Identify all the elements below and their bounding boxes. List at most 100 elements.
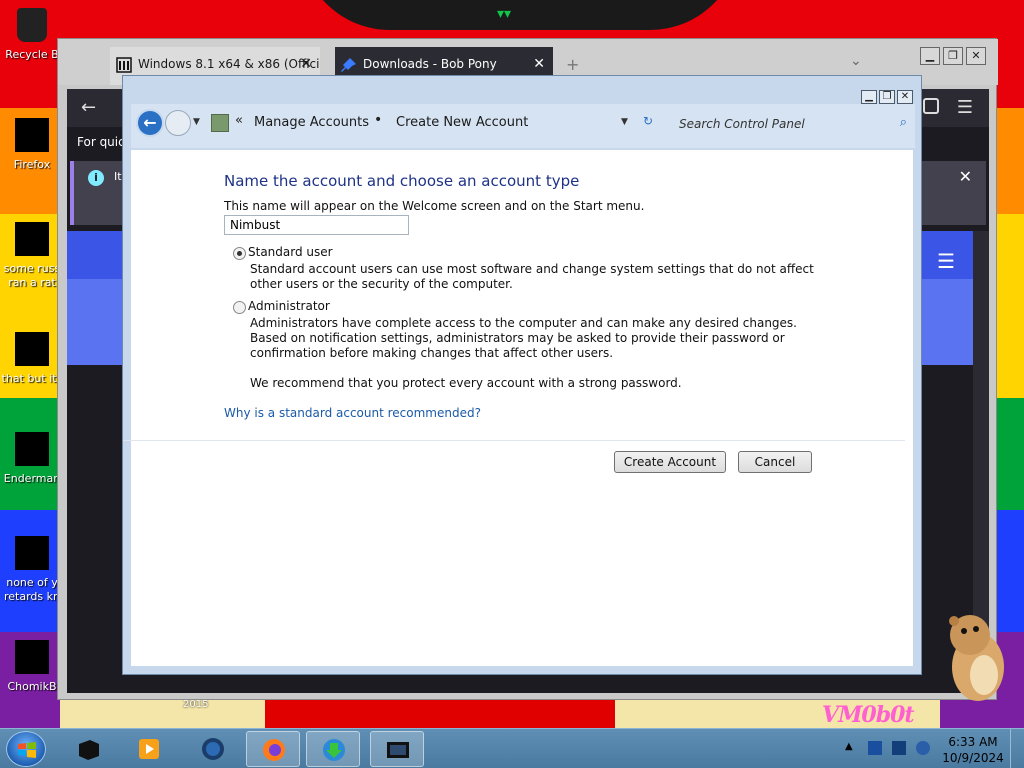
wallpaper-bottom-red bbox=[265, 700, 615, 728]
refresh-icon[interactable]: ↻ bbox=[643, 114, 653, 128]
desktop-icon-firefox[interactable]: Firefox bbox=[0, 118, 64, 172]
file-icon bbox=[15, 222, 49, 256]
taskbar-firefox[interactable] bbox=[246, 731, 300, 767]
administrator-radio[interactable] bbox=[233, 301, 246, 314]
download-manager-icon bbox=[323, 739, 345, 761]
standard-user-radio[interactable] bbox=[233, 247, 246, 260]
desktop-icon-label: Enderman bbox=[3, 472, 61, 485]
desktop-icon-label: Recycle B bbox=[5, 48, 59, 61]
create-account-button[interactable]: Create Account bbox=[614, 451, 726, 473]
control-panel-icon bbox=[211, 114, 229, 132]
close-icon[interactable]: ✕ bbox=[533, 56, 545, 72]
display-icon[interactable] bbox=[892, 741, 906, 755]
desktop-icon-recycle-bin[interactable]: Recycle B bbox=[0, 8, 64, 62]
extensions-icon[interactable] bbox=[923, 98, 939, 114]
breadcrumb-overflow-icon[interactable]: « bbox=[235, 113, 243, 128]
info-icon: i bbox=[88, 170, 104, 186]
window-controls: ▁ ❐ ✕ bbox=[859, 84, 913, 104]
network-icon[interactable] bbox=[868, 741, 882, 755]
page-title: Name the account and choose an account t… bbox=[224, 172, 580, 190]
cancel-button[interactable]: Cancel bbox=[738, 451, 812, 473]
wallpaper-face-dots: ▾▾ bbox=[497, 6, 512, 22]
taskbar-app-3[interactable] bbox=[186, 731, 240, 767]
globe-icon bbox=[202, 738, 224, 760]
password-recommendation: We recommend that you protect every acco… bbox=[250, 376, 682, 390]
show-hidden-icons[interactable]: ▲ bbox=[845, 741, 853, 752]
breadcrumb-create-new-account[interactable]: Create New Account bbox=[396, 115, 528, 130]
app-icon bbox=[15, 432, 49, 466]
chevron-down-icon[interactable]: ⌄ bbox=[850, 53, 862, 69]
forward-button[interactable] bbox=[165, 110, 191, 136]
desktop-icon-label: ChomikB bbox=[7, 680, 57, 693]
taskbar-download-manager[interactable] bbox=[306, 731, 360, 767]
browser-tab-label: Downloads - Bob Pony bbox=[363, 57, 497, 71]
taskbar-media-player[interactable] bbox=[122, 731, 176, 767]
desktop-icon-chomik[interactable]: ChomikB bbox=[0, 640, 64, 694]
history-dropdown-icon[interactable]: ▼ bbox=[193, 117, 200, 127]
taskbar-control-panel[interactable] bbox=[370, 731, 424, 767]
wallpaper-year: 2015 bbox=[183, 699, 209, 710]
volume-icon[interactable] bbox=[916, 741, 930, 755]
close-button[interactable]: ✕ bbox=[966, 47, 986, 65]
taskbar: ▲ 6:33 AM 10/9/2024 bbox=[0, 728, 1024, 768]
divider bbox=[123, 440, 905, 441]
clock-time: 6:33 AM bbox=[948, 735, 998, 749]
desktop-icon-label: Firefox bbox=[13, 158, 51, 171]
minimize-button[interactable]: ▁ bbox=[920, 47, 940, 65]
recycle-bin-icon bbox=[17, 8, 47, 42]
back-button[interactable]: ← bbox=[136, 109, 164, 137]
close-icon[interactable]: ✕ bbox=[959, 167, 972, 186]
breadcrumb-separator[interactable]: • bbox=[374, 112, 382, 128]
account-name-field[interactable] bbox=[224, 215, 409, 235]
pin-icon bbox=[341, 58, 356, 72]
clock-date: 10/9/2024 bbox=[942, 751, 1004, 765]
desktop-icon-label: some russ bbox=[3, 262, 61, 275]
close-button[interactable]: ✕ bbox=[897, 90, 913, 104]
administrator-description: Administrators have complete access to t… bbox=[250, 316, 797, 360]
hamburger-menu-icon[interactable]: ☰ bbox=[957, 97, 973, 118]
close-icon[interactable]: ✕ bbox=[300, 56, 312, 72]
wallpaper-logo-text: VM0b0t bbox=[822, 702, 915, 728]
back-arrow-icon[interactable]: ← bbox=[81, 97, 96, 118]
desktop-icon-file-2[interactable]: that but its bbox=[0, 332, 64, 386]
standard-user-description: Standard account users can use most soft… bbox=[250, 262, 814, 291]
desktop-icon-label: none of y bbox=[6, 576, 58, 589]
administrator-label[interactable]: Administrator bbox=[248, 299, 330, 313]
system-clock[interactable]: 6:33 AM 10/9/2024 bbox=[938, 734, 1008, 766]
standard-user-label[interactable]: Standard user bbox=[248, 245, 333, 259]
desktop-icon-enderman[interactable]: Enderman bbox=[0, 432, 64, 486]
search-input[interactable]: Search Control Panel ⌕ bbox=[671, 111, 911, 137]
desktop-icon-label-line2: ran a rat bbox=[8, 276, 56, 289]
maximize-button[interactable]: ❐ bbox=[943, 47, 963, 65]
control-panel-icon bbox=[387, 742, 409, 758]
file-icon bbox=[15, 332, 49, 366]
firefox-icon bbox=[263, 739, 285, 761]
new-tab-icon[interactable]: + bbox=[566, 55, 579, 74]
breadcrumb-manage-accounts[interactable]: Manage Accounts bbox=[254, 115, 369, 130]
show-desktop-button[interactable] bbox=[1010, 729, 1024, 768]
browser-tab-label: Windows 8.1 x64 & x86 (Officia bbox=[138, 57, 320, 71]
desktop-icon-file-1[interactable]: some russ ran a rat bbox=[0, 222, 64, 290]
firefox-icon bbox=[15, 118, 49, 152]
windows-logo-icon bbox=[18, 742, 36, 758]
address-dropdown-icon[interactable]: ▼ bbox=[621, 117, 628, 127]
hamburger-menu-icon[interactable]: ☰ bbox=[937, 249, 955, 273]
maximize-button[interactable]: ❐ bbox=[879, 90, 895, 104]
desktop-icon-label: that but its bbox=[1, 372, 63, 385]
minimize-button[interactable]: ▁ bbox=[861, 90, 877, 104]
title-bar[interactable]: ▁ ❐ ✕ bbox=[123, 76, 921, 104]
control-panel-window: ▁ ❐ ✕ ← ▼ « Manage Accounts • Create New A… bbox=[122, 75, 922, 675]
file-icon bbox=[15, 536, 49, 570]
app-icon bbox=[79, 740, 99, 760]
search-icon[interactable]: ⌕ bbox=[900, 115, 907, 130]
desktop-icon-file-3[interactable]: none of y retards kn bbox=[0, 536, 64, 604]
name-description: This name will appear on the Welcome scr… bbox=[224, 199, 645, 213]
hamster-image bbox=[949, 615, 1004, 701]
taskbar-app-1[interactable] bbox=[62, 731, 116, 767]
start-button[interactable] bbox=[6, 731, 46, 767]
archive-org-icon bbox=[116, 57, 132, 73]
help-link[interactable]: Why is a standard account recommended? bbox=[224, 406, 481, 420]
search-placeholder: Search Control Panel bbox=[679, 117, 805, 131]
app-icon bbox=[15, 640, 49, 674]
desktop-icon-label-line2: retards kn bbox=[4, 590, 60, 603]
